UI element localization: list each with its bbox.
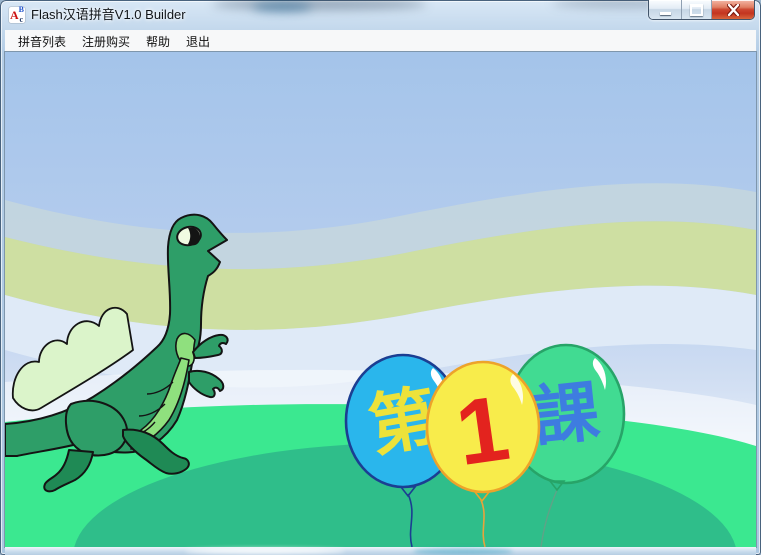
menu-item-register-purchase[interactable]: 注册购买 bbox=[74, 30, 138, 53]
scene: 第 課 1 bbox=[5, 52, 756, 547]
balloon-label: 課 bbox=[530, 376, 603, 455]
close-icon bbox=[727, 4, 740, 16]
menu-item-exit[interactable]: 退出 bbox=[178, 30, 218, 53]
aero-glass-smudge bbox=[252, 2, 312, 12]
icon-letter-b: B bbox=[19, 5, 24, 14]
maximize-icon bbox=[690, 4, 703, 16]
window-title: Flash汉语拼音V1.0 Builder bbox=[31, 0, 186, 30]
aero-glass-smudge bbox=[212, 0, 427, 10]
icon-letter-a: A bbox=[10, 8, 19, 23]
flash-stage: 第 課 1 bbox=[5, 52, 756, 547]
window-controls bbox=[648, 0, 755, 20]
title-bar[interactable]: A B c Flash汉语拼音V1.0 Builder bbox=[0, 0, 761, 30]
menu-bar: 拼音列表 注册购买 帮助 退出 bbox=[5, 30, 756, 53]
window-bottom-frame bbox=[5, 547, 756, 555]
app-window: A B c Flash汉语拼音V1.0 Builder 拼音列表 注册购买 帮助… bbox=[0, 0, 761, 555]
aero-glass-smudge bbox=[413, 548, 513, 555]
abc-pinyin-icon: A B c bbox=[9, 7, 25, 23]
aero-glass-smudge bbox=[185, 548, 345, 554]
minimize-button[interactable] bbox=[649, 0, 682, 19]
minimize-icon bbox=[660, 12, 671, 15]
maximize-button[interactable] bbox=[682, 0, 712, 19]
menu-item-pinyin-list[interactable]: 拼音列表 bbox=[10, 30, 74, 53]
icon-letter-c: c bbox=[19, 15, 23, 24]
close-button[interactable] bbox=[712, 0, 754, 19]
menu-item-help[interactable]: 帮助 bbox=[138, 30, 178, 53]
